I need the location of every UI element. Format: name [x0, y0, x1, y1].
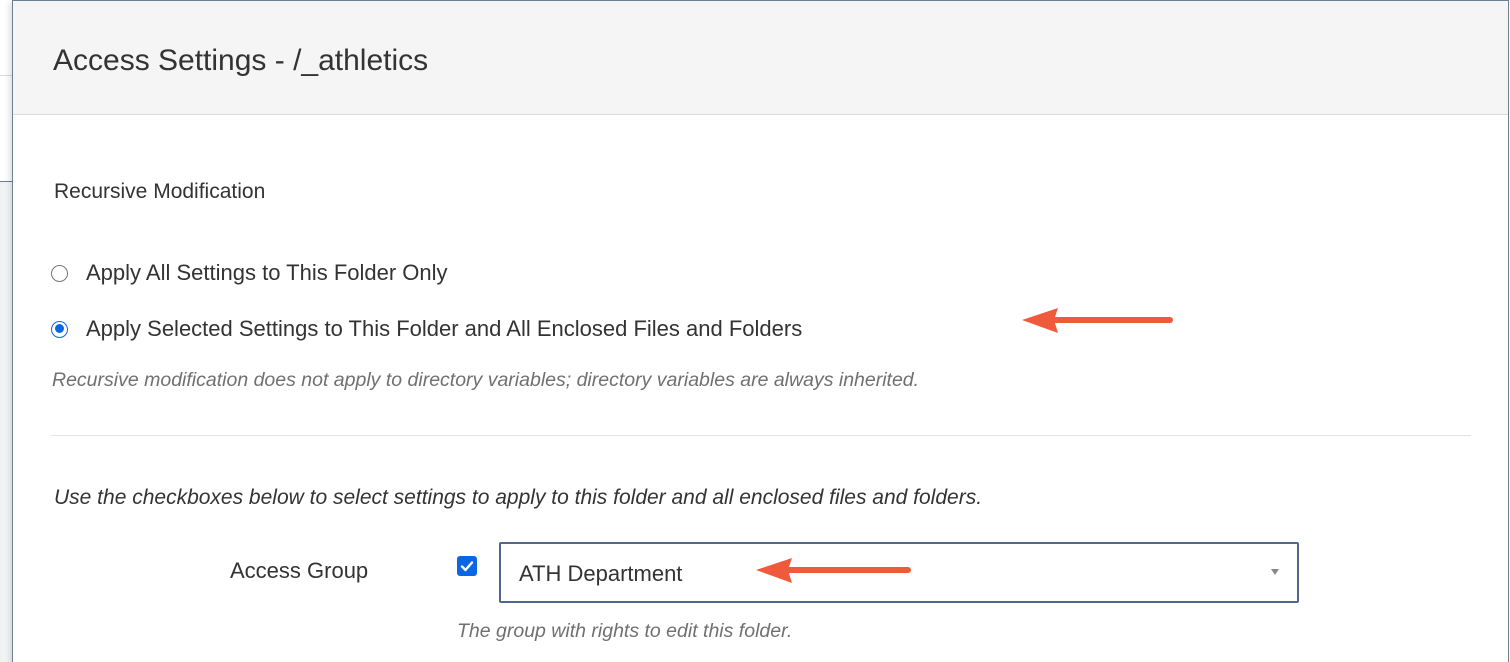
radio-option-recursive[interactable]: Apply Selected Settings to This Folder a… [51, 315, 802, 343]
radio-option-this-folder-only[interactable]: Apply All Settings to This Folder Only [51, 259, 448, 287]
radio-button-this-folder-only[interactable] [51, 264, 68, 282]
radio-label-this-folder-only: Apply All Settings to This Folder Only [86, 260, 448, 285]
access-group-label: Access Group [230, 558, 369, 583]
annotation-arrow-icon [756, 558, 911, 583]
recursive-note: Recursive modification does not apply to… [52, 369, 920, 391]
access-group-checkbox[interactable] [457, 556, 477, 576]
dialog-header: Access Settings - /_athletics [13, 1, 1508, 115]
background-shadow [0, 182, 12, 662]
recursive-modification-label: Recursive Modification [54, 180, 266, 203]
checkmark-icon [460, 561, 474, 572]
screen: Access Settings - /_athletics Recursive … [0, 0, 1510, 662]
access-group-selected-value: ATH Department [519, 561, 683, 586]
chevron-down-icon [1271, 569, 1279, 575]
radio-label-recursive: Apply Selected Settings to This Folder a… [86, 316, 803, 341]
section-divider [51, 435, 1471, 436]
radio-button-recursive[interactable] [51, 320, 68, 338]
access-group-help: The group with rights to edit this folde… [457, 620, 793, 642]
annotation-arrow-icon [1022, 308, 1173, 333]
dialog-title: Access Settings - /_athletics [53, 44, 429, 77]
settings-instruction: Use the checkboxes below to select setti… [54, 486, 983, 509]
